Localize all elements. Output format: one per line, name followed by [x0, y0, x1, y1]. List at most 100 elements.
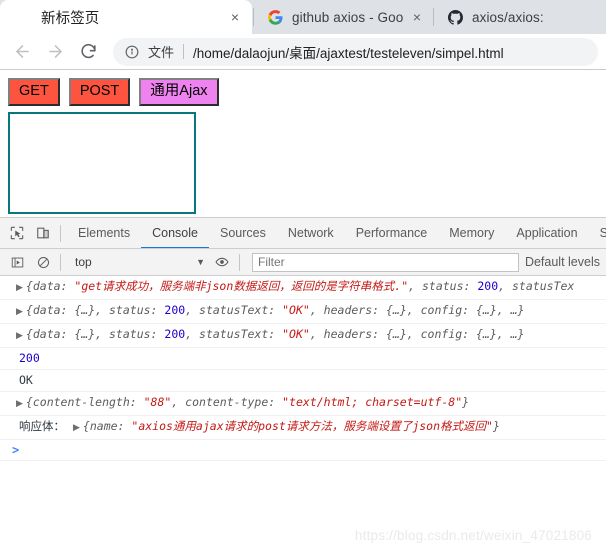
prompt-caret-icon: >	[12, 443, 20, 457]
console-message-row[interactable]: ▶ {data: "get请求成功，服务端非json数据返回，返回的是字符串格式…	[0, 276, 606, 300]
close-icon[interactable]: ×	[226, 8, 244, 26]
tab-title: axios/axios:	[472, 9, 544, 25]
page-viewport: GET POST 通用Ajax	[0, 70, 606, 217]
watermark: https://blog.csdn.net/weixin_47021806	[354, 528, 592, 543]
msg-part: "get请求成功，服务端非json数据返回，返回的是字符串格式."	[74, 279, 409, 293]
browser-tab-new-tab[interactable]: 新标签页 ×	[0, 0, 252, 34]
expand-triangle-icon[interactable]: ▶	[8, 278, 26, 296]
blank-favicon-icon	[16, 9, 32, 25]
devtools-panel: Elements Console Sources Network Perform…	[0, 217, 606, 549]
devtools-tab-performance[interactable]: Performance	[345, 218, 439, 248]
console-message-text: 200	[19, 350, 40, 366]
google-icon	[267, 9, 283, 25]
tab-title: 新标签页	[41, 10, 100, 27]
msg-part: 200	[19, 351, 40, 365]
close-icon[interactable]: ×	[408, 8, 426, 26]
console-message-text: {data: {…}, status: 200, statusText: "OK…	[26, 326, 525, 342]
msg-part: {data: {…}, status:	[25, 303, 165, 317]
ajax-button-row: GET POST 通用Ajax	[8, 78, 598, 106]
device-toolbar-icon[interactable]	[30, 220, 56, 246]
msg-part: {data:	[25, 279, 75, 293]
msg-part: , statusTex	[498, 279, 575, 293]
tab-strip: 新标签页 × github axios - Google Sear ×	[0, 0, 606, 34]
msg-part: "text/html; charset=utf-8"	[282, 395, 463, 409]
msg-part: "axios通用ajax请求的post请求方法，服务端设置了json格式返回"	[131, 419, 493, 433]
inspect-element-icon[interactable]	[4, 220, 30, 246]
chevron-down-icon: ▼	[196, 257, 205, 267]
msg-part: "OK"	[282, 303, 310, 317]
log-levels-selector[interactable]: Default levels	[525, 255, 602, 269]
msg-part: "OK"	[282, 327, 310, 341]
execution-context-value: top	[75, 255, 92, 269]
msg-part: {name:	[82, 419, 132, 433]
console-message-text: 响应体： ▶ {name: "axios通用ajax请求的post请求方法，服务端设…	[19, 418, 500, 436]
back-button-icon[interactable]	[8, 38, 36, 66]
browser-toolbar: 文件 /home/dalaojun/桌面/ajaxtest/testeleven…	[0, 34, 606, 70]
msg-part: , status:	[408, 279, 478, 293]
browser-chrome: 新标签页 × github axios - Google Sear ×	[0, 0, 606, 70]
response-body-label: 响应体：	[19, 419, 65, 433]
no-expand-spacer	[8, 418, 19, 420]
console-message-row[interactable]: 200	[0, 348, 606, 370]
execution-context-selector[interactable]: top ▼	[67, 252, 209, 272]
no-expand-spacer	[8, 372, 19, 374]
msg-part: }	[492, 419, 500, 433]
toolbar-divider	[60, 253, 61, 271]
devtools-tab-elements[interactable]: Elements	[67, 218, 141, 248]
expand-triangle-icon[interactable]: ▶	[8, 302, 26, 320]
devtools-tab-sources[interactable]: Sources	[209, 218, 277, 248]
msg-part: 200	[164, 303, 186, 317]
msg-part: , statusText:	[185, 327, 283, 341]
tab-divider	[433, 8, 434, 26]
clear-console-icon[interactable]	[30, 249, 56, 275]
devtools-tab-security[interactable]: S	[589, 218, 606, 248]
devtools-tab-network[interactable]: Network	[277, 218, 345, 248]
execute-snippet-icon[interactable]	[4, 249, 30, 275]
url-text: /home/dalaojun/桌面/ajaxtest/testeleven/si…	[193, 45, 504, 61]
msg-part: 200	[477, 279, 499, 293]
forward-button-icon[interactable]	[41, 38, 69, 66]
github-icon	[447, 9, 463, 25]
console-message-text: {data: "get请求成功，服务端非json数据返回，返回的是字符串格式."…	[26, 278, 574, 294]
expand-triangle-icon[interactable]: ▶	[8, 326, 26, 344]
msg-part: OK	[19, 373, 33, 387]
reload-button-icon[interactable]	[74, 38, 102, 66]
msg-part: {content-length:	[25, 395, 144, 409]
console-message-row[interactable]: ▶ {content-length: "88", content-type: "…	[0, 392, 606, 416]
info-circle-icon[interactable]	[125, 45, 141, 59]
console-message-list[interactable]: ▶ {data: "get请求成功，服务端非json数据返回，返回的是字符串格式…	[0, 276, 606, 549]
omnibox-divider	[183, 44, 185, 59]
msg-part: , headers: {…}, config: {…}, …}	[309, 303, 525, 317]
console-prompt[interactable]: >	[0, 440, 606, 461]
msg-part: , content-type:	[171, 395, 283, 409]
browser-tab-axios-github[interactable]: axios/axios:	[435, 0, 606, 34]
address-bar[interactable]: 文件 /home/dalaojun/桌面/ajaxtest/testeleven…	[113, 37, 598, 66]
get-request-button[interactable]: GET	[8, 78, 60, 106]
console-message-text: OK	[19, 372, 33, 388]
console-filter-input[interactable]	[252, 252, 519, 272]
expand-triangle-icon[interactable]: ▶	[8, 394, 26, 412]
console-message-row[interactable]: OK	[0, 370, 606, 392]
post-request-button[interactable]: POST	[68, 78, 131, 106]
devtools-tab-console[interactable]: Console	[141, 218, 209, 248]
console-message-text: {content-length: "88", content-type: "te…	[26, 394, 469, 410]
devtools-tab-application[interactable]: Application	[505, 218, 588, 248]
browser-tab-google-search[interactable]: github axios - Google Sear ×	[255, 0, 432, 34]
no-expand-spacer	[8, 350, 19, 352]
devtools-tab-memory[interactable]: Memory	[438, 218, 505, 248]
url-scheme-label: 文件	[148, 45, 175, 60]
console-message-row[interactable]: ▶ {data: {…}, status: 200, statusText: "…	[0, 300, 606, 324]
msg-part: {data: {…}, status:	[25, 327, 165, 341]
msg-part: , headers: {…}, config: {…}, …}	[309, 327, 525, 341]
console-toolbar: top ▼ Default levels	[0, 249, 606, 276]
generic-ajax-button[interactable]: 通用Ajax	[139, 78, 219, 106]
console-message-row[interactable]: ▶ {data: {…}, status: 200, statusText: "…	[0, 324, 606, 348]
msg-part: }	[462, 395, 470, 409]
expand-triangle-icon[interactable]: ▶	[65, 421, 83, 433]
tab-divider	[253, 8, 254, 26]
toolbar-divider	[239, 253, 240, 271]
devtools-tabbar: Elements Console Sources Network Perform…	[0, 218, 606, 249]
tab-title: github axios - Google Sear	[292, 9, 404, 25]
console-message-row[interactable]: 响应体： ▶ {name: "axios通用ajax请求的post请求方法，服务端设…	[0, 416, 606, 440]
live-expression-icon[interactable]	[209, 249, 235, 275]
